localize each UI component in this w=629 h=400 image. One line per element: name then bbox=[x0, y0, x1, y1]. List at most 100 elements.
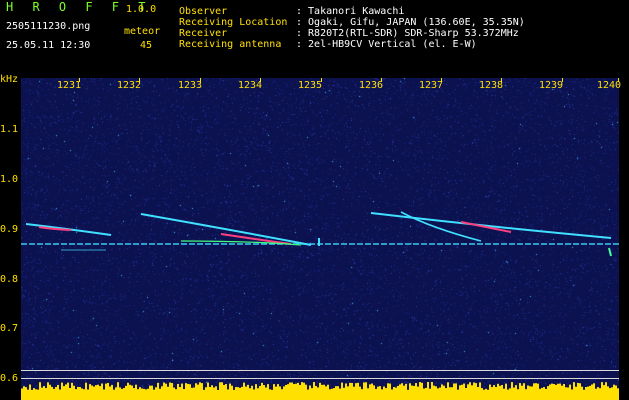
x-tick-1237: 1237 bbox=[419, 80, 444, 91]
level-bar bbox=[573, 382, 575, 400]
level-bar bbox=[513, 387, 515, 400]
level-bar bbox=[331, 388, 333, 400]
level-bar bbox=[435, 386, 437, 400]
level-bar bbox=[71, 382, 73, 400]
level-bar bbox=[67, 382, 69, 400]
info-antenna-label: Receiving antenna bbox=[179, 39, 282, 50]
level-bar bbox=[167, 386, 169, 400]
level-bar bbox=[349, 382, 351, 400]
level-bar bbox=[191, 387, 193, 400]
level-bar bbox=[479, 382, 481, 400]
level-bar bbox=[257, 388, 259, 400]
level-bar bbox=[199, 382, 201, 400]
level-bar bbox=[377, 386, 379, 400]
level-bar bbox=[279, 386, 281, 400]
level-bar bbox=[97, 384, 99, 400]
level-bar bbox=[299, 384, 301, 400]
info-receiver-value: : R820T2(RTL-SDR) SDR-Sharp 53.372MHz bbox=[296, 28, 519, 39]
level-bar bbox=[153, 389, 155, 400]
level-bar bbox=[217, 389, 219, 400]
level-bar bbox=[93, 386, 95, 400]
level-bar bbox=[419, 382, 421, 400]
level-bar bbox=[211, 385, 213, 400]
level-bar bbox=[293, 384, 295, 400]
level-bar bbox=[583, 389, 585, 400]
level-bar bbox=[367, 388, 369, 400]
level-bar bbox=[389, 383, 391, 400]
level-bar bbox=[549, 384, 551, 400]
level-bar bbox=[607, 386, 609, 400]
level-bar bbox=[39, 382, 41, 400]
level-bar bbox=[275, 386, 277, 400]
level-bar bbox=[43, 386, 45, 400]
level-bar bbox=[467, 384, 469, 400]
signal-level-bars bbox=[21, 382, 619, 400]
level-bar bbox=[395, 387, 397, 400]
level-bar bbox=[185, 383, 187, 400]
x-tick-1235: 1235 bbox=[298, 80, 323, 91]
y-tick-1-0: 1.0 bbox=[0, 174, 19, 185]
level-bar bbox=[259, 385, 261, 400]
level-bar bbox=[571, 389, 573, 400]
level-bar bbox=[413, 385, 415, 400]
counter-label: meteor bbox=[124, 26, 161, 37]
info-antenna-value: : 2el-HB9CV Vertical (el. E-W) bbox=[296, 39, 477, 50]
level-bar bbox=[615, 385, 617, 400]
level-bar bbox=[547, 386, 549, 400]
level-bar bbox=[131, 385, 133, 400]
info-location-label: Receiving Location bbox=[179, 17, 288, 28]
level-bar bbox=[73, 385, 75, 400]
level-bar bbox=[241, 386, 243, 400]
level-bar bbox=[55, 387, 57, 400]
level-bar bbox=[125, 385, 127, 400]
level-bar bbox=[351, 382, 353, 400]
level-bar bbox=[519, 383, 521, 400]
level-bar bbox=[499, 385, 501, 400]
level-bar bbox=[459, 385, 461, 400]
level-bar bbox=[51, 386, 53, 400]
level-bar bbox=[393, 387, 395, 400]
level-bar bbox=[515, 385, 517, 400]
level-bar bbox=[45, 388, 47, 400]
meteor-traces bbox=[21, 211, 619, 257]
level-bar bbox=[135, 384, 137, 400]
level-bar bbox=[423, 388, 425, 400]
level-bar bbox=[337, 386, 339, 400]
level-bar bbox=[305, 384, 307, 400]
level-bar bbox=[229, 383, 231, 400]
level-bar bbox=[109, 386, 111, 400]
level-bar bbox=[507, 389, 509, 400]
level-bar bbox=[427, 382, 429, 400]
meteor-trace-5 bbox=[400, 211, 482, 242]
level-bar bbox=[321, 384, 323, 400]
level-bar bbox=[375, 388, 377, 400]
level-bar bbox=[417, 386, 419, 400]
level-bar bbox=[69, 387, 71, 400]
level-bar bbox=[381, 389, 383, 400]
level-bar bbox=[517, 389, 519, 400]
level-bar bbox=[27, 389, 29, 400]
y-tick-0-6: 0.6 bbox=[0, 373, 19, 384]
level-bar bbox=[127, 382, 129, 400]
x-tick-1238: 1238 bbox=[479, 80, 504, 91]
level-bar bbox=[151, 385, 153, 400]
level-bar bbox=[99, 386, 101, 400]
level-bar bbox=[401, 383, 403, 400]
level-bar bbox=[403, 385, 405, 400]
level-bar bbox=[219, 382, 221, 400]
level-bar bbox=[47, 382, 49, 400]
level-bar bbox=[373, 385, 375, 400]
level-bar bbox=[601, 382, 603, 400]
level-bar bbox=[189, 384, 191, 400]
level-bar bbox=[281, 389, 283, 400]
level-bar bbox=[525, 389, 527, 400]
meteor-trace-2 bbox=[140, 213, 312, 246]
level-bar bbox=[35, 389, 37, 400]
level-bar bbox=[485, 388, 487, 400]
level-bar bbox=[149, 385, 151, 400]
level-bar bbox=[263, 385, 265, 400]
info-receiver-label: Receiver bbox=[179, 28, 228, 39]
level-bar bbox=[129, 384, 131, 400]
level-bar bbox=[553, 384, 555, 400]
x-tick-1232: 1232 bbox=[117, 80, 142, 91]
